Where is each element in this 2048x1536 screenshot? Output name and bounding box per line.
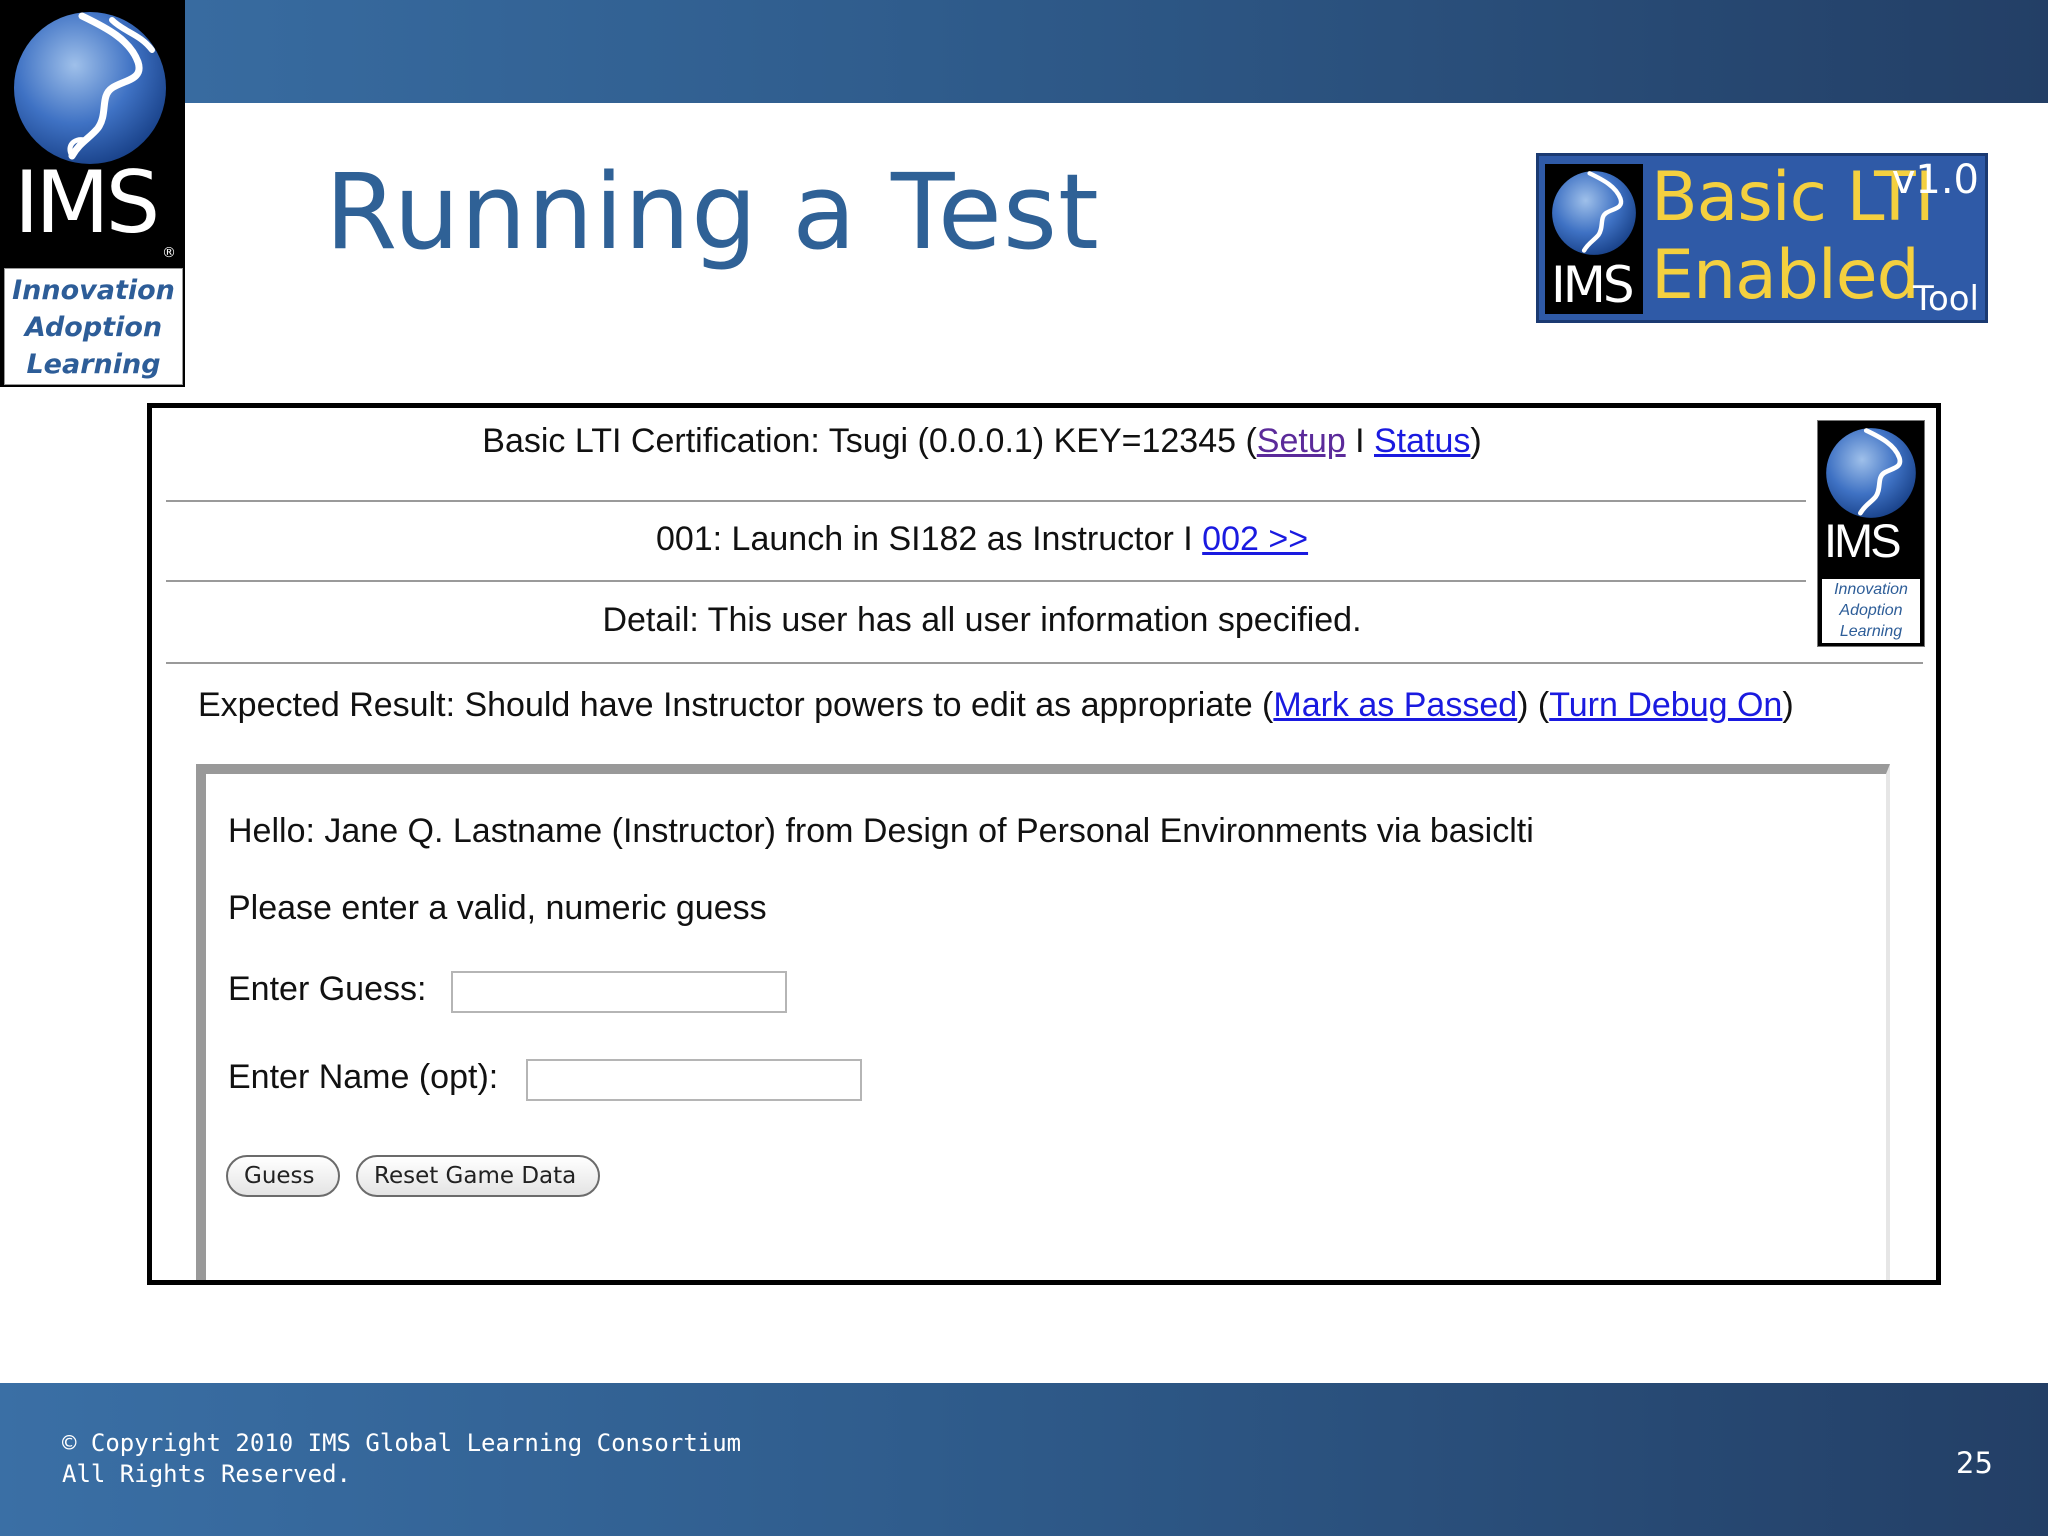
test-detail: Detail: This user has all user informati…	[602, 601, 1362, 639]
badge-tool: Tool	[1912, 278, 1979, 319]
turn-debug-on-link[interactable]: Turn Debug On	[1549, 686, 1782, 724]
inner-ims-tagline: Innovation Adoption Learning	[1822, 579, 1920, 643]
divider	[166, 662, 1923, 664]
badge-line2: Enabled	[1651, 236, 1920, 315]
ims-logo: IMS ® Innovation Adoption Learning	[0, 0, 185, 387]
tool-iframe: Hello: Jane Q. Lastname (Instructor) fro…	[196, 764, 1890, 1280]
header-prefix: Basic LTI Certification: Tsugi (0.0.0.1)…	[482, 422, 1257, 460]
copyright-line: © Copyright 2010 IMS Global Learning Con…	[62, 1429, 742, 1457]
name-input[interactable]	[526, 1059, 862, 1101]
header-suffix: )	[1470, 422, 1482, 460]
expected-prefix: Expected Result: Should have Instructor …	[198, 686, 1274, 724]
globe-icon	[12, 10, 168, 170]
badge-globe-icon	[1552, 171, 1636, 255]
certification-header: Basic LTI Certification: Tsugi (0.0.0.1)…	[152, 422, 1812, 461]
header-separator: I	[1345, 422, 1374, 460]
ims-logo-word: IMS	[14, 153, 160, 253]
registered-mark: ®	[162, 245, 176, 261]
expected-result: Expected Result: Should have Instructor …	[198, 686, 1794, 725]
inner-tagline-adoption: Adoption	[1839, 602, 1903, 619]
top-band	[0, 0, 2048, 103]
tagline-innovation: Innovation	[12, 275, 175, 306]
tagline-learning: Learning	[26, 349, 161, 380]
tagline-adoption: Adoption	[24, 312, 163, 343]
guess-prompt: Please enter a valid, numeric guess	[228, 889, 767, 927]
test-nav: 001: Launch in SI182 as Instructor I 002…	[152, 520, 1812, 559]
hello-text: Hello: Jane Q. Lastname (Instructor) fro…	[228, 812, 1534, 850]
ims-logo-tagline: Innovation Adoption Learning	[4, 268, 183, 385]
page-number: 25	[1956, 1446, 1993, 1480]
basic-lti-badge: IMS Basic LTI Enabled v1.0 Tool	[1536, 153, 1988, 323]
guess-button[interactable]: Guess	[226, 1155, 340, 1197]
expected-suffix: )	[1782, 686, 1794, 724]
inner-ims-word: IMS	[1824, 514, 1902, 567]
guess-label: Enter Guess:	[228, 970, 427, 1008]
inner-tagline-learning: Learning	[1839, 623, 1903, 640]
footer-copyright: © Copyright 2010 IMS Global Learning Con…	[62, 1428, 741, 1490]
reset-game-data-button[interactable]: Reset Game Data	[356, 1155, 600, 1197]
badge-ims-logo: IMS	[1545, 164, 1643, 314]
divider	[166, 500, 1806, 502]
status-link[interactable]: Status	[1374, 422, 1470, 460]
badge-version: v1.0	[1891, 157, 1979, 203]
test-nav-text: 001: Launch in SI182 as Instructor I	[655, 520, 1203, 558]
name-label: Enter Name (opt):	[228, 1058, 499, 1096]
inner-tagline-innovation: Innovation	[1834, 581, 1908, 598]
rights-line: All Rights Reserved.	[62, 1460, 351, 1488]
inner-globe-icon	[1826, 428, 1916, 518]
divider	[166, 580, 1806, 582]
setup-link[interactable]: Setup	[1257, 422, 1346, 460]
lti-certification-screenshot: Basic LTI Certification: Tsugi (0.0.0.1)…	[147, 403, 1941, 1285]
inner-ims-logo: IMS Innovation Adoption Learning	[1817, 420, 1925, 647]
badge-ims-word: IMS	[1551, 256, 1635, 314]
expected-middle: ) (	[1517, 686, 1550, 724]
mark-as-passed-link[interactable]: Mark as Passed	[1273, 686, 1517, 724]
guess-input[interactable]	[451, 971, 787, 1013]
slide-title: Running a Test	[325, 151, 1100, 273]
next-test-link[interactable]: 002 >>	[1202, 520, 1308, 558]
